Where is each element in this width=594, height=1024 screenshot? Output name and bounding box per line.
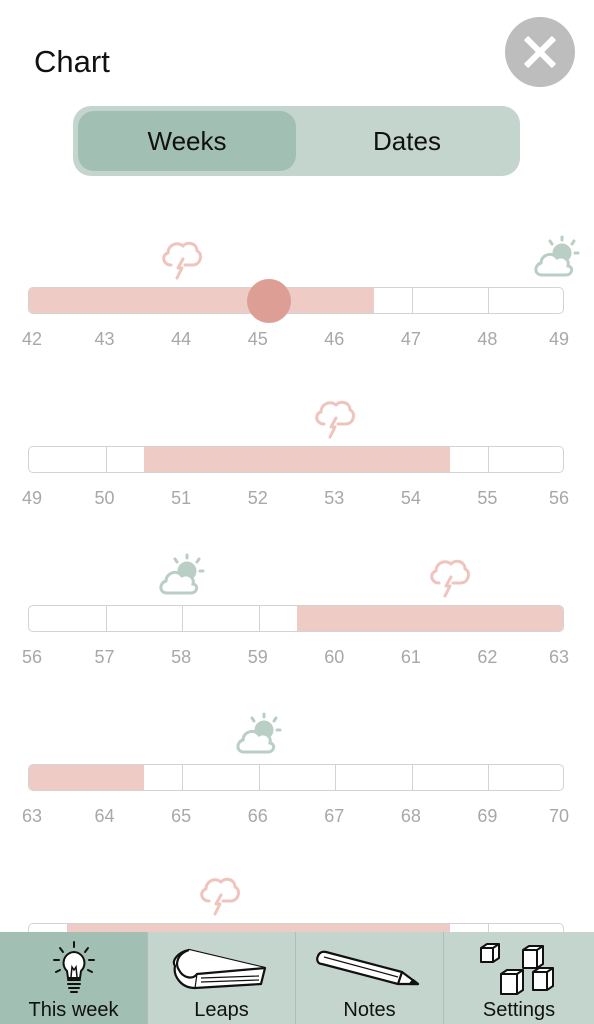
week-tick-label: 49 — [548, 329, 570, 349]
tab-notes[interactable]: Notes — [296, 932, 444, 1024]
week-tick-label: 54 — [400, 488, 421, 508]
week-divider — [488, 765, 490, 790]
week-tick-label: 57 — [94, 647, 115, 667]
leap-period-fill — [143, 447, 451, 472]
week-divider — [411, 765, 413, 790]
sunny-cloud-icon[interactable] — [157, 553, 205, 599]
week-divider — [335, 765, 337, 790]
sunny-cloud-icon[interactable] — [234, 712, 282, 758]
week-divider — [182, 606, 184, 631]
leap-period-fill — [29, 288, 374, 313]
close-icon — [523, 35, 557, 69]
chart-row: 63 64 65 66 67 68 69 70 — [0, 699, 594, 839]
lightbulb-icon — [52, 941, 95, 993]
close-button[interactable] — [505, 17, 575, 87]
week-track — [28, 287, 564, 314]
week-divider — [411, 288, 413, 313]
blocks-icon — [480, 943, 554, 995]
week-tick-label: 46 — [324, 329, 345, 349]
week-divider — [488, 288, 490, 313]
weeks-segment[interactable]: Weeks — [78, 111, 296, 171]
week-divider — [182, 765, 184, 790]
dates-segment[interactable]: Dates — [298, 111, 516, 171]
week-tick-label: 51 — [171, 488, 192, 508]
leap-period-fill — [29, 765, 144, 790]
week-tick-label: 44 — [171, 329, 192, 349]
week-tick-label: 42 — [21, 329, 43, 349]
week-tick-label: 50 — [94, 488, 115, 508]
chart-row: 56 57 58 59 60 61 62 63 — [0, 540, 594, 680]
week-tick-label: 58 — [171, 647, 192, 667]
week-divider — [105, 606, 107, 631]
book-icon — [172, 948, 266, 990]
chart-row: 42 43 44 45 46 47 48 49 — [0, 222, 594, 362]
week-tick-label: 53 — [324, 488, 345, 508]
tab-label: Settings — [482, 999, 556, 1021]
week-track — [28, 446, 564, 473]
week-tick-label: 49 — [21, 488, 43, 508]
page-title: Chart — [34, 44, 110, 79]
week-tick-label: 47 — [400, 329, 421, 349]
week-divider — [258, 765, 260, 790]
week-tick-label: 64 — [94, 806, 115, 826]
week-track — [28, 605, 564, 632]
week-tick-label: 56 — [21, 647, 43, 667]
tab-settings[interactable]: Settings — [444, 932, 594, 1024]
current-week-marker[interactable] — [247, 279, 292, 323]
pencil-icon — [315, 950, 419, 986]
tab-bar: This week Leaps Notes Settings — [0, 932, 594, 1024]
week-tick-label: 63 — [548, 647, 570, 667]
stormy-cloud-icon[interactable] — [157, 235, 205, 281]
week-divider — [488, 447, 490, 472]
tab-label: Notes — [343, 999, 396, 1021]
week-tick-label: 63 — [21, 806, 43, 826]
tab-this-week[interactable]: This week — [0, 932, 148, 1024]
week-tick-label: 43 — [94, 329, 115, 349]
week-track — [28, 764, 564, 791]
week-tick-label: 67 — [324, 806, 345, 826]
stormy-cloud-icon[interactable] — [310, 394, 358, 440]
tab-leaps[interactable]: Leaps — [148, 932, 296, 1024]
week-tick-label: 52 — [247, 488, 268, 508]
stormy-cloud-icon[interactable] — [195, 871, 243, 917]
week-tick-label: 59 — [247, 647, 268, 667]
week-tick-label: 70 — [548, 806, 570, 826]
week-tick-label: 61 — [400, 647, 421, 667]
view-mode-toggle: Weeks Dates — [73, 106, 520, 176]
week-tick-label: 55 — [477, 488, 498, 508]
week-tick-label: 45 — [247, 329, 268, 349]
week-tick-label: 62 — [477, 647, 498, 667]
week-tick-label: 68 — [400, 806, 421, 826]
chart-row: 49 50 51 52 53 54 55 56 — [0, 381, 594, 521]
week-tick-label: 65 — [171, 806, 192, 826]
week-divider — [258, 606, 260, 631]
leap-period-fill — [297, 606, 563, 631]
week-tick-label: 56 — [548, 488, 570, 508]
week-tick-label: 48 — [477, 329, 498, 349]
sunny-cloud-icon[interactable] — [532, 235, 580, 281]
stormy-cloud-icon[interactable] — [425, 553, 473, 599]
tab-label: This week — [28, 999, 119, 1021]
week-tick-label: 60 — [324, 647, 345, 667]
week-divider — [105, 447, 107, 472]
week-tick-label: 66 — [247, 806, 268, 826]
tab-label: Leaps — [194, 999, 249, 1021]
week-tick-label: 69 — [477, 806, 498, 826]
